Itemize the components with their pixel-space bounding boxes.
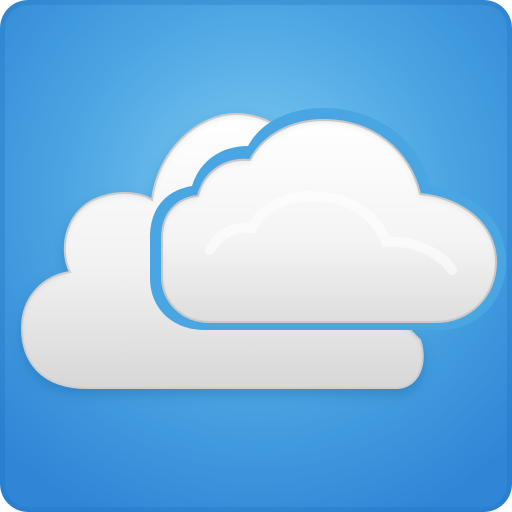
app-icon[interactable] — [0, 0, 512, 512]
cloud-icon — [0, 0, 512, 512]
